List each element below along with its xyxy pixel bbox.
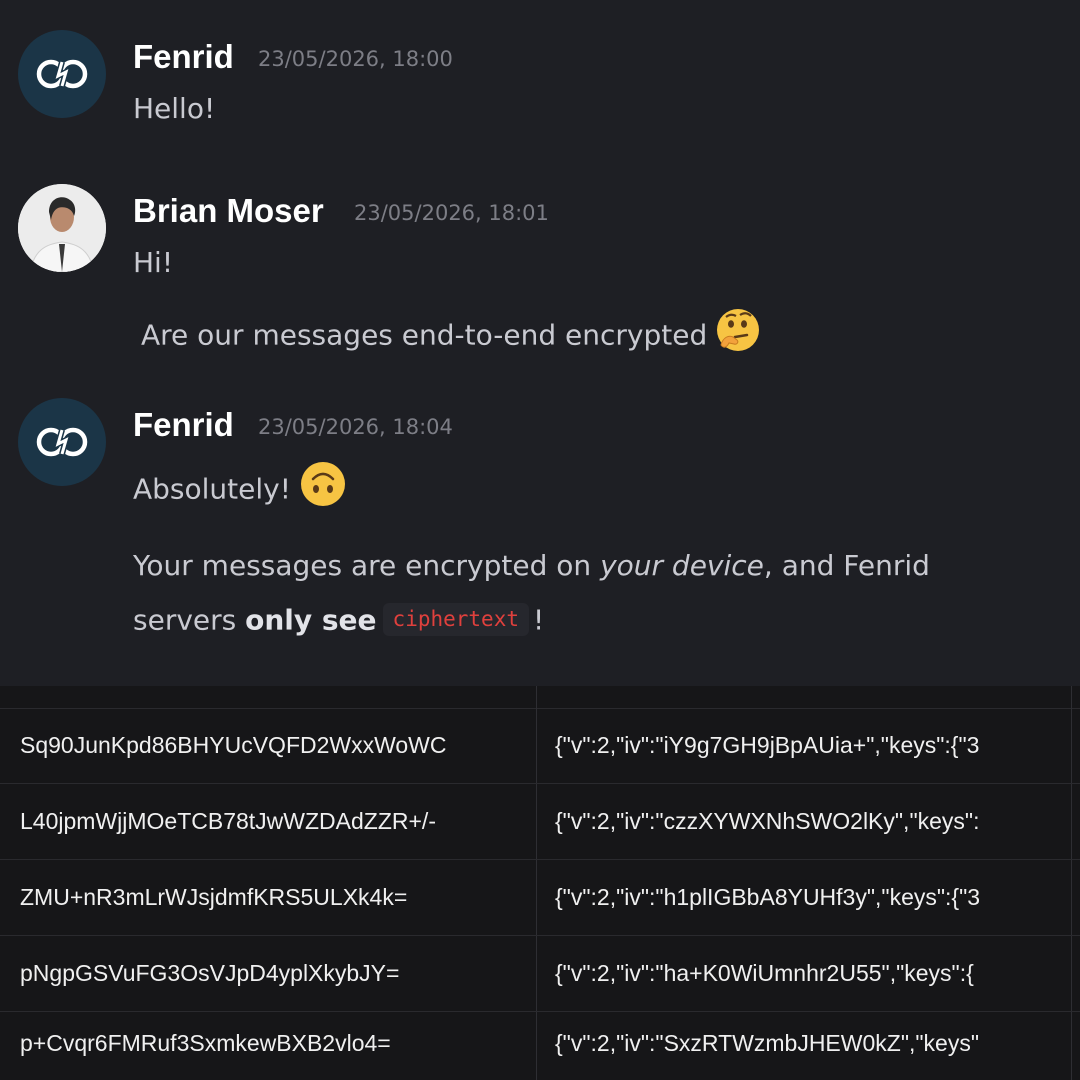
- table-cell-payload[interactable]: {"v":2,"iv":"iY9g7GH9jBpAUia+","keys":{"…: [555, 708, 1072, 783]
- upside-down-face-icon: [299, 460, 347, 513]
- chat-message: Fenrid 23/05/2026, 18:04 Absolutely! You…: [0, 0, 1080, 660]
- table-cell-id[interactable]: p+Cvqr6FMRuf3SxmkewBXB2vlo4=: [20, 1006, 537, 1080]
- ciphertext-table: Sq90JunKpd86BHYUcVQFD2WxxWoWC {"v":2,"iv…: [0, 686, 1080, 1080]
- table-cell-id[interactable]: L40jpmWjjMOeTCB78tJwWZDAdZZR+/-: [20, 784, 537, 859]
- table-row[interactable]: p+Cvqr6FMRuf3SxmkewBXB2vlo4= {"v":2,"iv"…: [0, 1006, 1080, 1080]
- table-row[interactable]: pNgpGSVuFG3OsVJpD4yplXkybJY= {"v":2,"iv"…: [0, 936, 1080, 1012]
- table-cell-payload[interactable]: {"v":2,"iv":"czzXYWXNhSWO2lKy","keys":: [555, 784, 1072, 859]
- message-text: Absolutely!: [133, 462, 347, 517]
- message-text-bold: only see: [245, 603, 377, 637]
- message-text: servers only see ciphertext!: [133, 603, 545, 638]
- table-row[interactable]: ZMU+nR3mLrWJsjdmfKRS5ULXk4k= {"v":2,"iv"…: [0, 860, 1080, 936]
- fenrid-logo-avatar[interactable]: [18, 398, 106, 486]
- table-cell-id[interactable]: ZMU+nR3mLrWJsjdmfKRS5ULXk4k=: [20, 860, 537, 935]
- message-text-content: servers: [133, 603, 246, 637]
- message-timestamp: 23/05/2026, 18:04: [258, 415, 453, 439]
- table-row[interactable]: L40jpmWjjMOeTCB78tJwWZDAdZZR+/- {"v":2,"…: [0, 784, 1080, 860]
- fenrid-logo-icon: [36, 427, 88, 457]
- chat-message-list: Fenrid 23/05/2026, 18:00 Hello! Brian Mo…: [0, 0, 1080, 686]
- table-cell-payload[interactable]: {"v":2,"iv":"ha+K0WiUmnhr2U55","keys":{: [555, 936, 1072, 1011]
- message-text-content: Your messages are encrypted on: [133, 549, 601, 582]
- table-cell-payload[interactable]: {"v":2,"iv":"SxzRTWzmbJHEW0kZ","keys": [555, 1006, 1072, 1080]
- inline-code: ciphertext: [382, 603, 529, 636]
- table-cell-id[interactable]: Sq90JunKpd86BHYUcVQFD2WxxWoWC: [20, 708, 537, 783]
- message-text: Your messages are encrypted on your devi…: [133, 552, 930, 580]
- message-text-content: !: [532, 603, 545, 637]
- message-text-emphasis: your device: [600, 549, 764, 582]
- table-cell-payload[interactable]: {"v":2,"iv":"h1plIGBbA8YUHf3y","keys":{"…: [555, 860, 1072, 935]
- message-text-content: Absolutely!: [133, 472, 291, 506]
- author-name[interactable]: Fenrid: [133, 408, 234, 441]
- table-header-row: [0, 686, 1080, 709]
- table-row[interactable]: Sq90JunKpd86BHYUcVQFD2WxxWoWC {"v":2,"iv…: [0, 708, 1080, 784]
- table-cell-id[interactable]: pNgpGSVuFG3OsVJpD4yplXkybJY=: [20, 936, 537, 1011]
- message-text-content: , and Fenrid: [763, 549, 930, 582]
